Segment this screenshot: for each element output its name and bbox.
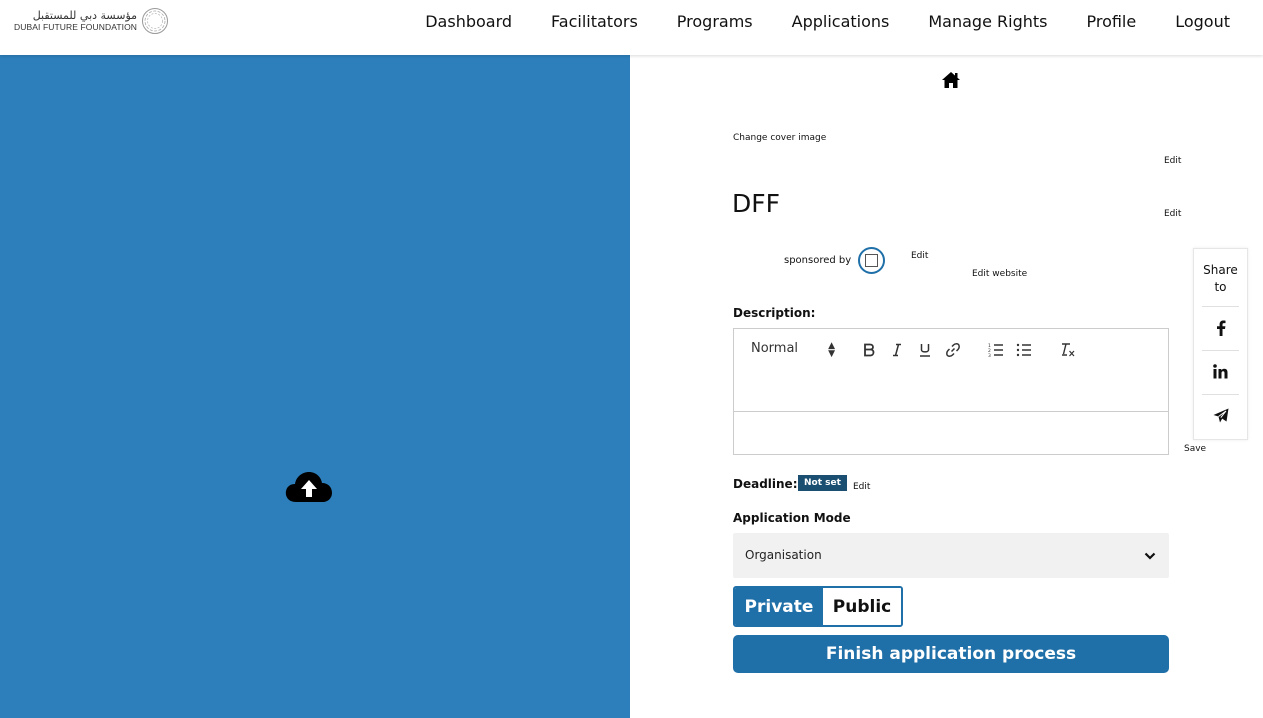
nav-manage-rights[interactable]: Manage Rights bbox=[928, 12, 1047, 31]
nav-applications[interactable]: Applications bbox=[792, 12, 890, 31]
chevron-down-icon bbox=[1144, 552, 1156, 560]
text-format-select[interactable]: Normal ▲ ▼ bbox=[751, 341, 835, 359]
italic-icon[interactable] bbox=[888, 341, 906, 359]
logo-arabic-text: مؤسسة دبي للمستقبل bbox=[32, 9, 138, 22]
sponsor-logo-avatar[interactable] bbox=[858, 247, 885, 274]
edit-deadline-link[interactable]: Edit bbox=[853, 482, 870, 492]
edit-cover-link[interactable]: Edit bbox=[1164, 156, 1181, 166]
deadline-status-badge: Not set bbox=[798, 475, 847, 491]
underline-icon[interactable] bbox=[916, 341, 934, 359]
save-description-link[interactable]: Save bbox=[1184, 444, 1206, 454]
sponsored-by-label: sponsored by bbox=[784, 255, 852, 266]
linkedin-icon[interactable] bbox=[1211, 362, 1230, 381]
share-title: Share to bbox=[1194, 262, 1247, 296]
private-toggle-button[interactable]: Private bbox=[735, 588, 823, 625]
cloud-upload-icon[interactable] bbox=[284, 468, 334, 506]
program-title: DFF bbox=[732, 189, 781, 218]
description-editor: Normal ▲ ▼ 123 bbox=[733, 328, 1169, 455]
edit-sponsor-link[interactable]: Edit bbox=[911, 251, 928, 261]
share-divider bbox=[1202, 394, 1239, 395]
telegram-icon[interactable] bbox=[1211, 406, 1230, 425]
nav-dashboard[interactable]: Dashboard bbox=[425, 12, 512, 31]
top-header: مؤسسة دبي للمستقبل DUBAI FUTURE FOUNDATI… bbox=[0, 0, 1263, 55]
bold-icon[interactable] bbox=[860, 341, 878, 359]
application-mode-label: Application Mode bbox=[733, 511, 851, 525]
share-divider bbox=[1202, 306, 1239, 307]
cover-image-area[interactable] bbox=[0, 55, 630, 718]
share-panel: Share to bbox=[1193, 248, 1248, 440]
dff-logo[interactable]: مؤسسة دبي للمستقبل DUBAI FUTURE FOUNDATI… bbox=[14, 7, 169, 35]
nav-profile[interactable]: Profile bbox=[1086, 12, 1136, 31]
nav-logout[interactable]: Logout bbox=[1175, 12, 1230, 31]
visibility-toggle: Private Public bbox=[733, 586, 903, 627]
main-nav: Dashboard Facilitators Programs Applicat… bbox=[386, 0, 1230, 42]
program-details-panel: Change cover image Edit DFF Edit sponsor… bbox=[630, 55, 1263, 718]
editor-toolbar: Normal ▲ ▼ 123 bbox=[734, 329, 1168, 411]
share-title-line2: to bbox=[1214, 280, 1227, 294]
description-text-area[interactable] bbox=[734, 411, 1168, 454]
nav-facilitators[interactable]: Facilitators bbox=[551, 12, 638, 31]
share-title-line1: Share bbox=[1203, 263, 1238, 277]
nav-programs[interactable]: Programs bbox=[677, 12, 753, 31]
logo-mark-icon bbox=[142, 8, 169, 34]
text-format-value: Normal bbox=[751, 341, 799, 356]
home-icon[interactable] bbox=[941, 71, 961, 89]
edit-website-link[interactable]: Edit website bbox=[972, 269, 1027, 279]
sponsor-logo-placeholder bbox=[865, 254, 878, 267]
bullet-list-icon[interactable] bbox=[1015, 341, 1033, 359]
edit-title-link[interactable]: Edit bbox=[1164, 209, 1181, 219]
svg-text:3: 3 bbox=[988, 353, 991, 357]
description-label: Description: bbox=[733, 306, 816, 320]
finish-application-button[interactable]: Finish application process bbox=[733, 635, 1169, 673]
deadline-label: Deadline: bbox=[733, 477, 798, 491]
public-toggle-button[interactable]: Public bbox=[823, 588, 901, 625]
clear-format-icon[interactable] bbox=[1059, 341, 1077, 359]
facebook-icon[interactable] bbox=[1211, 318, 1230, 337]
application-mode-value: Organisation bbox=[745, 548, 822, 562]
logo-text: مؤسسة دبي للمستقبل DUBAI FUTURE FOUNDATI… bbox=[14, 9, 138, 33]
logo-english-text: DUBAI FUTURE FOUNDATION bbox=[14, 22, 138, 32]
change-cover-image-link[interactable]: Change cover image bbox=[733, 133, 826, 143]
link-icon[interactable] bbox=[944, 341, 962, 359]
ordered-list-icon[interactable]: 123 bbox=[987, 341, 1005, 359]
share-divider bbox=[1202, 350, 1239, 351]
select-arrows-icon: ▲ ▼ bbox=[828, 341, 835, 359]
application-mode-select[interactable]: Organisation bbox=[733, 533, 1169, 578]
